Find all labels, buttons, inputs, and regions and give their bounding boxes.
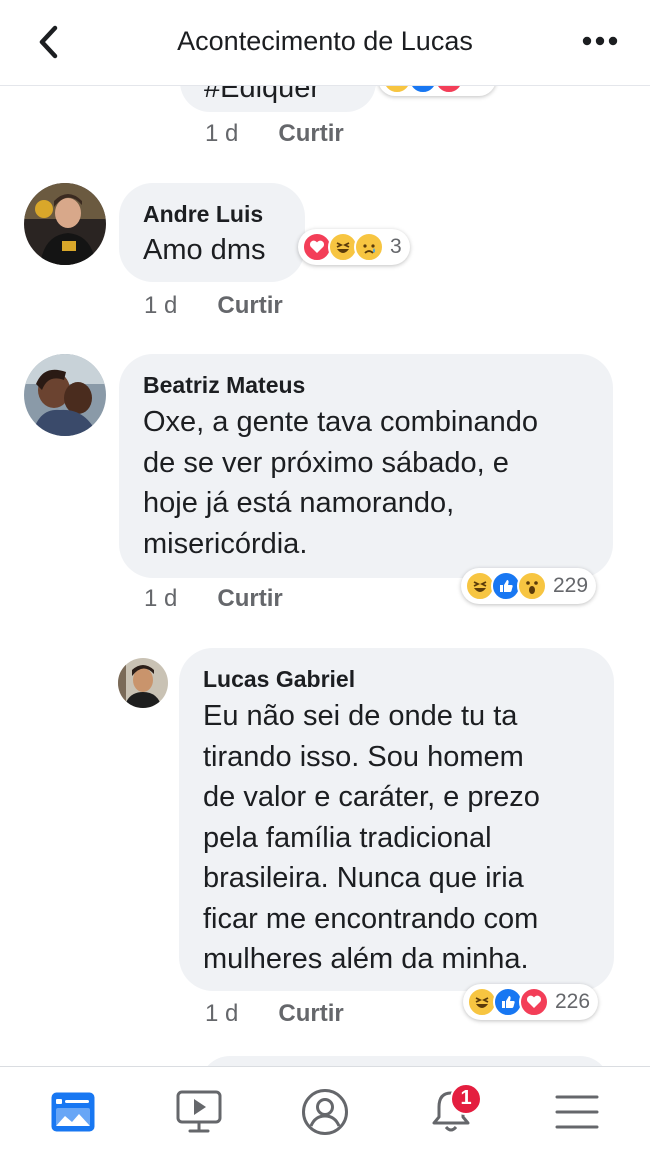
comment-author[interactable]: Lucas Gabriel bbox=[203, 666, 355, 693]
reaction-summary[interactable]: 226 bbox=[463, 984, 599, 1020]
avatar[interactable] bbox=[24, 354, 106, 436]
love-reaction-icon bbox=[434, 86, 464, 94]
like-link[interactable]: Curtir bbox=[278, 1000, 343, 1028]
comment-time: 1 d bbox=[144, 585, 178, 612]
reaction-count: 226 bbox=[555, 990, 591, 1013]
comment-text: Eu não sei de onde tu ta tirando isso. S… bbox=[203, 700, 540, 975]
comment-bubble[interactable]: Andre Luis Amo dms bbox=[119, 183, 305, 282]
reaction-summary-partial[interactable] bbox=[378, 86, 496, 96]
haha-reaction-icon bbox=[382, 86, 412, 94]
comment-author[interactable]: Beatriz Mateus bbox=[143, 372, 305, 399]
comment-meta: 1 d Curtir bbox=[144, 292, 283, 320]
top-app-bar: Acontecimento de Lucas bbox=[0, 0, 650, 86]
comment-bubble-partial: #Ediquer bbox=[180, 86, 376, 112]
like-reaction-icon bbox=[408, 86, 438, 94]
comments-feed[interactable]: #Ediquer 1 d Curtir Andre Luis Amo dms 3… bbox=[0, 86, 650, 1066]
avatar-image bbox=[24, 183, 106, 265]
comment-meta-partial: 1 d Curtir bbox=[205, 120, 344, 148]
like-link[interactable]: Curtir bbox=[217, 292, 282, 320]
avatar[interactable] bbox=[118, 658, 168, 708]
comment-text-partial: #Ediquer bbox=[204, 86, 321, 104]
like-link[interactable]: Curtir bbox=[278, 120, 343, 148]
comment-text: Amo dms bbox=[143, 234, 266, 266]
comment-author[interactable]: Andre Luis bbox=[143, 201, 263, 228]
notification-badge: 1 bbox=[450, 1082, 482, 1115]
comment-meta: 1 d Curtir bbox=[144, 585, 283, 613]
wow-reaction-icon bbox=[517, 571, 547, 601]
comment-bubble[interactable]: Beatriz Mateus Oxe, a gente tava combina… bbox=[119, 354, 613, 578]
avatar-image bbox=[118, 658, 168, 708]
reply-bubble[interactable]: Lucas Gabriel Eu não sei de onde tu ta t… bbox=[179, 648, 614, 991]
menu-icon bbox=[555, 1095, 599, 1128]
comment-text: Oxe, a gente tava combinando de se ver p… bbox=[143, 406, 538, 560]
comment-bubble-next bbox=[200, 1056, 610, 1066]
comment-time: 1 d bbox=[205, 1000, 239, 1027]
love-reaction-icon bbox=[519, 987, 549, 1017]
tab-watch[interactable] bbox=[164, 1077, 234, 1147]
reaction-count: 229 bbox=[553, 574, 589, 597]
tab-notifications[interactable]: 1 bbox=[416, 1077, 486, 1147]
comment-meta: 1 d Curtir bbox=[205, 1000, 344, 1028]
avatar[interactable] bbox=[24, 183, 106, 265]
tab-news-feed[interactable] bbox=[38, 1077, 108, 1147]
like-link[interactable]: Curtir bbox=[217, 585, 282, 613]
watch-icon bbox=[176, 1090, 222, 1132]
reaction-summary[interactable]: 229 bbox=[461, 568, 597, 604]
more-options-button[interactable] bbox=[578, 26, 622, 56]
avatar-image bbox=[24, 354, 106, 436]
reaction-count: 3 bbox=[390, 235, 402, 258]
more-dots-icon bbox=[582, 36, 618, 46]
news-feed-icon bbox=[51, 1092, 95, 1131]
tab-profile[interactable] bbox=[290, 1077, 360, 1147]
comment-time: 1 d bbox=[144, 292, 178, 319]
comment-time: 1 d bbox=[205, 120, 239, 147]
page-title: Acontecimento de Lucas bbox=[177, 26, 473, 56]
tab-menu[interactable] bbox=[542, 1077, 612, 1147]
sad-reaction-icon bbox=[354, 232, 384, 262]
profile-icon bbox=[302, 1088, 348, 1135]
bottom-tab-bar: 1 bbox=[0, 1066, 650, 1156]
reaction-summary[interactable]: 3 bbox=[298, 229, 410, 265]
